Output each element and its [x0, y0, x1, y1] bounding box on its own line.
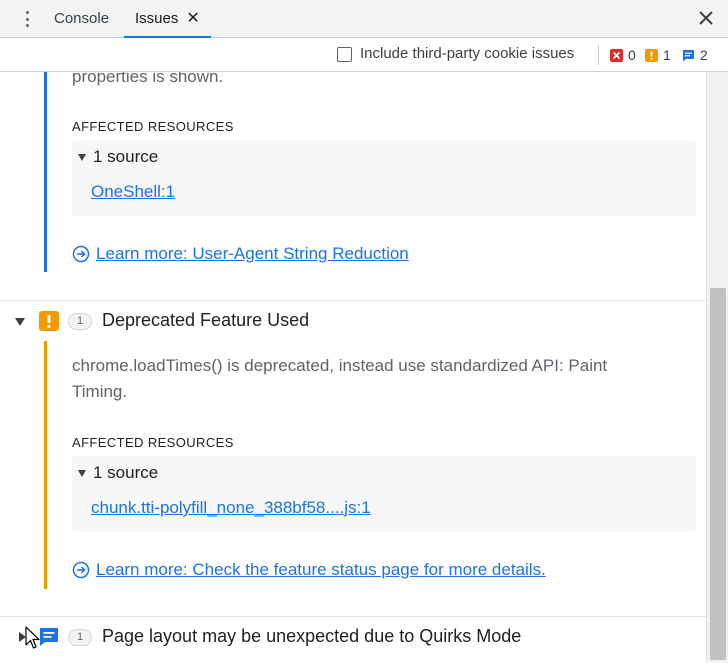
issue-title: Deprecated Feature Used	[102, 310, 310, 330]
arrow-circle-right-icon	[72, 245, 90, 263]
issue-count-badge: 1	[68, 629, 92, 646]
devtools-tabbar: Console Issues ✕	[0, 0, 728, 38]
issue-accent-bar	[44, 72, 47, 272]
mouse-pointer-icon	[25, 626, 40, 649]
error-count: 0	[628, 47, 636, 63]
info-icon	[40, 628, 58, 646]
issue-header-quirks[interactable]: 1 Page layout may be unexpected due to Q…	[0, 617, 706, 659]
collapse-arrow-icon[interactable]	[15, 318, 25, 326]
issues-toolbar: Include third-party cookie issues 0 1 2	[0, 38, 728, 72]
issue-description: properties is shown.	[72, 72, 224, 86]
learn-more-link[interactable]: Learn more: User-Agent String Reduction	[72, 244, 409, 264]
info-count: 2	[700, 47, 708, 63]
error-counter[interactable]: 0	[610, 46, 636, 64]
tab-close-icon[interactable]: ✕	[186, 10, 199, 27]
affected-resources-box: 1 source OneShell:1	[72, 140, 696, 216]
tab-console[interactable]: Console	[54, 0, 109, 38]
issue-header-deprecated[interactable]: 1 Deprecated Feature Used	[0, 301, 706, 343]
third-party-cookie-checkbox[interactable]	[337, 47, 352, 62]
scrollbar-thumb[interactable]	[710, 288, 726, 660]
learn-more-label: Learn more: User-Agent String Reduction	[96, 244, 409, 263]
source-toggle[interactable]: 1 source	[78, 147, 158, 167]
kebab-menu-icon[interactable]	[20, 9, 34, 29]
toolbar-divider	[598, 45, 599, 65]
issue-title: Page layout may be unexpected due to Qui…	[102, 626, 522, 646]
learn-more-label: Learn more: Check the feature status pag…	[96, 560, 546, 579]
source-toggle-label: 1 source	[93, 147, 159, 166]
source-toggle[interactable]: 1 source	[78, 463, 158, 483]
source-link[interactable]: chunk.tti-polyfill_none_388bf58....js:1	[91, 498, 371, 518]
warning-count: 1	[663, 47, 671, 63]
issue-description-line1: chrome.loadTimes() is deprecated, instea…	[72, 356, 608, 375]
expand-arrow-icon	[78, 469, 86, 477]
affected-resources-heading: AFFECTED RESOURCES	[72, 435, 234, 450]
warning-icon	[645, 48, 658, 62]
affected-resources-heading: AFFECTED RESOURCES	[72, 119, 234, 134]
source-toggle-label: 1 source	[93, 463, 159, 482]
learn-more-link[interactable]: Learn more: Check the feature status pag…	[72, 560, 546, 580]
error-icon	[610, 48, 623, 62]
tab-issues-label: Issues	[135, 10, 179, 27]
third-party-cookie-label: Include third-party cookie issues	[360, 45, 575, 62]
issue-count-badge: 1	[68, 313, 92, 330]
info-icon	[683, 49, 694, 61]
warning-icon	[39, 311, 59, 331]
close-icon[interactable]	[696, 8, 716, 28]
source-link[interactable]: OneShell:1	[91, 182, 175, 202]
expand-arrow-icon	[78, 153, 86, 161]
vertical-scrollbar[interactable]	[706, 72, 728, 663]
info-counter[interactable]: 2	[682, 46, 708, 64]
warning-counter[interactable]: 1	[645, 46, 671, 64]
issues-list[interactable]: properties is shown. AFFECTED RESOURCES …	[0, 72, 706, 663]
arrow-circle-right-icon	[72, 561, 90, 579]
affected-resources-box: 1 source chunk.tti-polyfill_none_388bf58…	[72, 456, 696, 532]
tab-issues[interactable]: Issues ✕	[124, 0, 211, 38]
issue-accent-bar	[44, 341, 47, 589]
issue-description-line2: Timing.	[72, 382, 128, 401]
